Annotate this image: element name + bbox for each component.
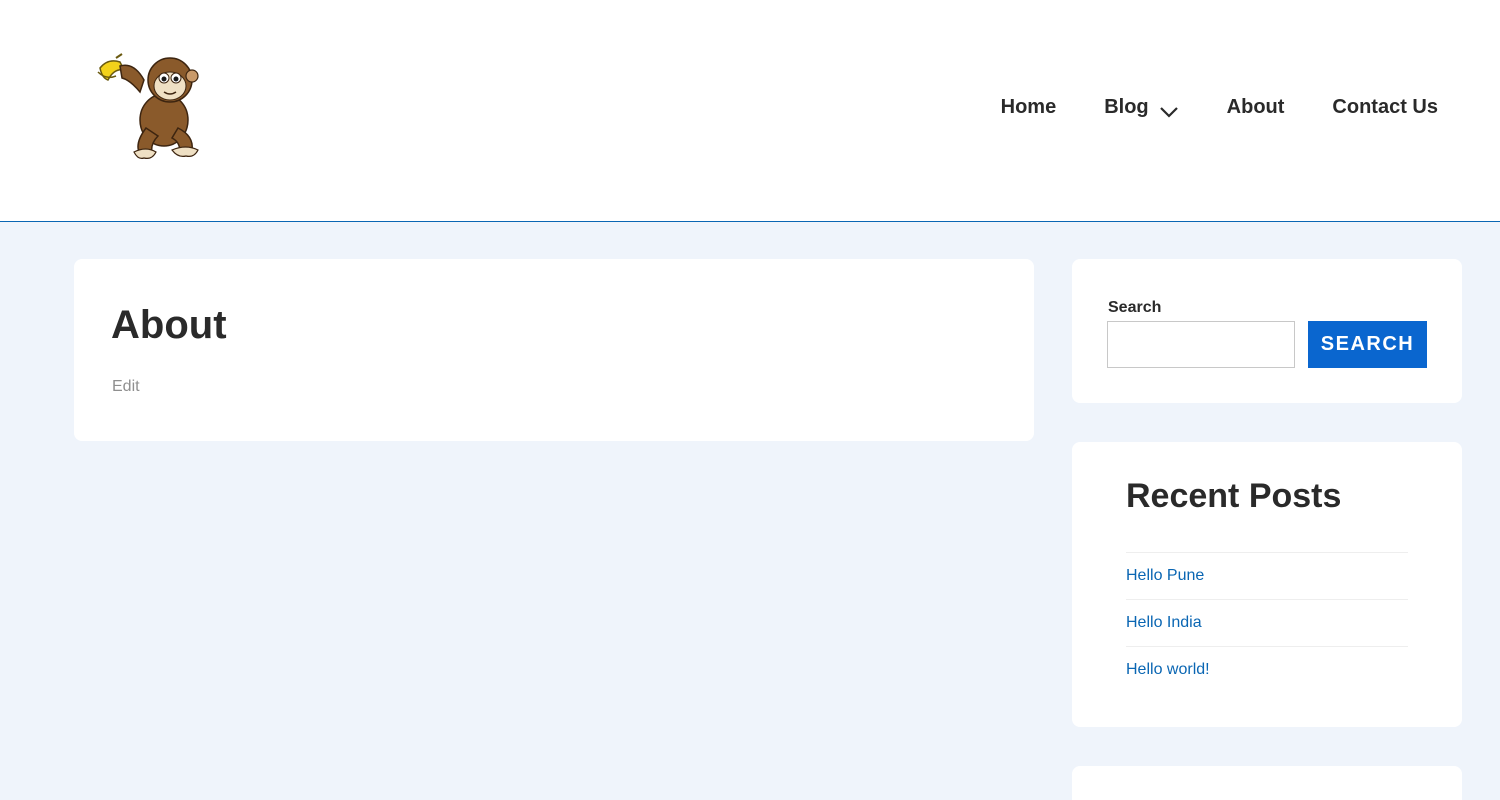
nav-contact-us[interactable]: Contact Us — [1332, 94, 1438, 120]
page-title: About — [111, 303, 227, 347]
recent-posts-title: Recent Posts — [1126, 477, 1342, 515]
recent-posts-list: Hello Pune Hello India Hello world! — [1126, 552, 1408, 693]
nav-home[interactable]: Home — [1001, 94, 1057, 120]
sidebar-widget-partial — [1072, 766, 1462, 800]
site-logo[interactable] — [94, 50, 210, 164]
recent-posts-widget: Recent Posts Hello Pune Hello India Hell… — [1072, 442, 1462, 727]
list-item: Hello world! — [1126, 646, 1408, 693]
edit-link[interactable]: Edit — [112, 378, 140, 396]
site-header: Home Blog About Contact Us — [0, 0, 1500, 222]
search-widget: Search SEARCH — [1072, 259, 1462, 403]
recent-post-link[interactable]: Hello world! — [1126, 661, 1210, 679]
list-item: Hello India — [1126, 599, 1408, 646]
nav-about-label: About — [1226, 96, 1285, 118]
nav-blog[interactable]: Blog — [1104, 94, 1178, 120]
chevron-down-icon[interactable] — [1159, 100, 1179, 118]
search-button[interactable]: SEARCH — [1308, 321, 1427, 368]
nav-about[interactable]: About — [1227, 94, 1285, 120]
nav-home-label: Home — [1000, 96, 1057, 118]
recent-post-link[interactable]: Hello Pune — [1126, 567, 1204, 585]
main-nav: Home Blog About Contact Us — [1001, 94, 1438, 120]
nav-blog-label: Blog — [1104, 96, 1149, 118]
recent-post-link[interactable]: Hello India — [1126, 614, 1202, 632]
content-card: About Edit — [74, 259, 1034, 441]
list-item: Hello Pune — [1126, 552, 1408, 599]
search-input[interactable] — [1107, 321, 1295, 368]
nav-contact-us-label: Contact Us — [1332, 96, 1438, 118]
search-label: Search — [1108, 299, 1162, 316]
monkey-banana-logo-icon — [97, 53, 199, 159]
